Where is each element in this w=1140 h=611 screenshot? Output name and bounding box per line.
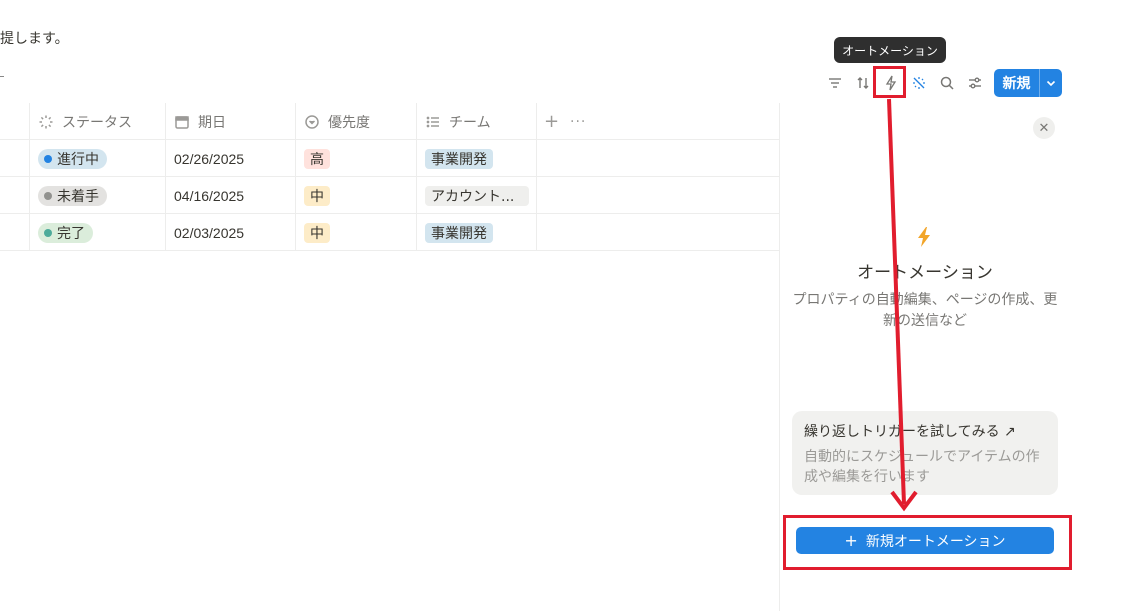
annotation-arrow: [887, 98, 918, 512]
